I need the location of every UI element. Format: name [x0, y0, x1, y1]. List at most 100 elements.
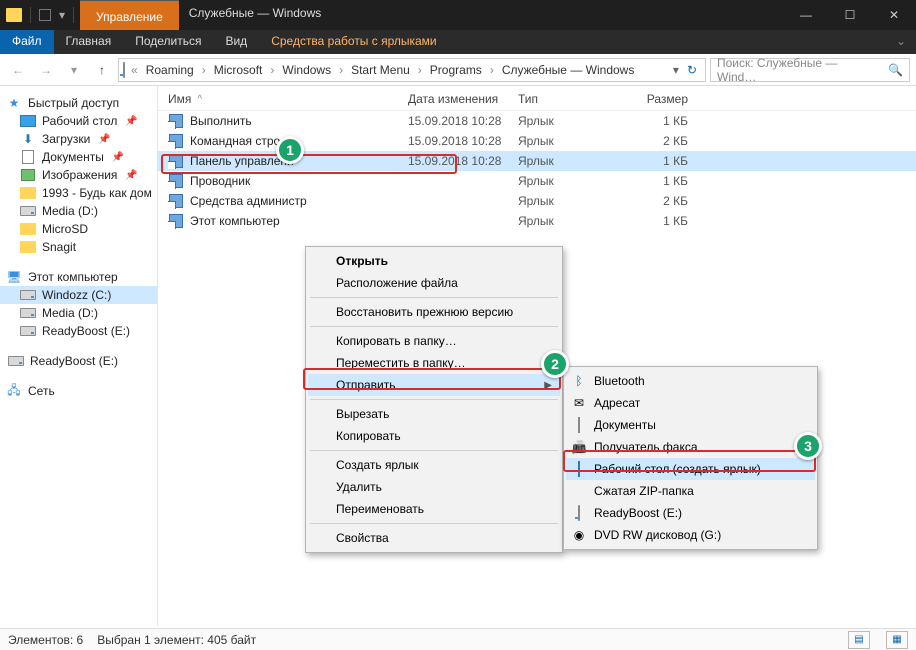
- sendto-item-label: Bluetooth: [594, 374, 645, 388]
- menu-shortcut-tools[interactable]: Средства работы с ярлыками: [259, 30, 448, 54]
- nav-item[interactable]: Media (D:): [0, 304, 157, 322]
- menu-share[interactable]: Поделиться: [123, 30, 213, 54]
- menu-separator: [310, 523, 558, 524]
- sendto-item[interactable]: ᛒBluetooth: [566, 370, 815, 392]
- menu-file[interactable]: Файл: [0, 30, 54, 54]
- menu-item[interactable]: Расположение файла: [308, 272, 560, 294]
- nav-item[interactable]: ReadyBoost (E:): [0, 352, 157, 370]
- menu-separator: [310, 297, 558, 298]
- nav-item[interactable]: Snagit: [0, 238, 157, 256]
- col-type[interactable]: Тип: [518, 92, 628, 106]
- file-size: 1 КБ: [628, 114, 688, 128]
- context-menu[interactable]: Открыть Расположение файла Восстановить пр…: [305, 246, 563, 553]
- recent-dropdown[interactable]: ▾: [62, 58, 86, 82]
- back-button[interactable]: ←: [6, 58, 30, 82]
- maximize-button[interactable]: ☐: [828, 0, 872, 30]
- menu-item[interactable]: Восстановить прежнюю версию: [308, 301, 560, 323]
- nav-item[interactable]: Windozz (C:): [0, 286, 157, 304]
- qat-separator: [73, 7, 74, 23]
- nav-quick-access[interactable]: ★ Быстрый доступ: [0, 94, 157, 112]
- network-icon: 🖧: [6, 384, 22, 398]
- sendto-item[interactable]: ReadyBoost (E:): [566, 502, 815, 524]
- nav-item[interactable]: MicroSD: [0, 220, 157, 238]
- file-row[interactable]: ПроводникЯрлык1 КБ: [158, 171, 916, 191]
- nav-item[interactable]: ⬇Загрузки📌: [0, 130, 157, 148]
- file-row[interactable]: Выполнить15.09.2018 10:28Ярлык1 КБ: [158, 111, 916, 131]
- forward-button[interactable]: →: [34, 58, 58, 82]
- menu-view[interactable]: Вид: [213, 30, 259, 54]
- crumb[interactable]: Start Menu: [349, 61, 412, 79]
- view-icons-button[interactable]: ▦: [886, 631, 908, 649]
- menu-item[interactable]: Переименовать: [308, 498, 560, 520]
- nav-item[interactable]: Документы 📌: [0, 148, 157, 166]
- sendto-item[interactable]: Документы: [566, 414, 815, 436]
- menu-item[interactable]: Отправить▶: [308, 374, 560, 396]
- navigation-pane[interactable]: ★ Быстрый доступ Рабочий стол📌⬇Загрузки📌…: [0, 86, 158, 626]
- ribbon-context-tab[interactable]: Управление: [80, 0, 179, 30]
- sendto-item-label: Документы: [594, 418, 656, 432]
- crumb[interactable]: Roaming: [144, 61, 196, 79]
- menu-item[interactable]: Вырезать: [308, 403, 560, 425]
- nav-item[interactable]: 1993 - Будь как дом: [0, 184, 157, 202]
- menu-item[interactable]: Удалить: [308, 476, 560, 498]
- menu-item-label: Открыть: [336, 254, 388, 268]
- file-list[interactable]: Выполнить15.09.2018 10:28Ярлык1 КБКоманд…: [158, 111, 916, 231]
- menu-item[interactable]: Копировать в папку…: [308, 330, 560, 352]
- close-button[interactable]: ✕: [872, 0, 916, 30]
- sendto-item[interactable]: Рабочий стол (создать ярлык): [566, 458, 815, 480]
- pin-icon: 📌: [112, 152, 124, 163]
- qat-dropdown-icon[interactable]: ▾: [59, 8, 65, 22]
- sendto-item[interactable]: 📠Получатель факса: [566, 436, 815, 458]
- menu-home[interactable]: Главная: [54, 30, 124, 54]
- up-button[interactable]: ↑: [90, 58, 114, 82]
- file-row[interactable]: Командная стро15.09.2018 10:28Ярлык2 КБ: [158, 131, 916, 151]
- nav-item[interactable]: Рабочий стол📌: [0, 112, 157, 130]
- ribbon-expand-icon[interactable]: ⌄: [886, 30, 916, 54]
- nav-item-label: Загрузки: [42, 132, 90, 146]
- pc-icon: 🖥: [6, 270, 22, 284]
- file-row[interactable]: Панель управлени15.09.2018 10:28Ярлык1 К…: [158, 151, 916, 171]
- col-size[interactable]: Размер: [628, 92, 688, 106]
- search-box[interactable]: Поиск: Служебные — Wind… 🔍: [710, 58, 910, 82]
- menu-item[interactable]: Копировать: [308, 425, 560, 447]
- address-bar[interactable]: « Roaming› Microsoft› Windows› Start Men…: [118, 58, 706, 82]
- address-dropdown-icon[interactable]: ▾: [673, 63, 679, 77]
- menu-item[interactable]: Переместить в папку…: [308, 352, 560, 374]
- nav-network[interactable]: 🖧 Сеть: [0, 382, 157, 400]
- menu-item-label: Свойства: [336, 531, 389, 545]
- sendto-submenu[interactable]: ᛒBluetooth✉Адресат Документы 📠Получатель ф…: [563, 366, 818, 550]
- nav-item-label: ReadyBoost (E:): [30, 354, 118, 368]
- file-size: 2 КБ: [628, 134, 688, 148]
- column-headers[interactable]: Имя ^ Дата изменения Тип Размер: [158, 86, 916, 111]
- nav-this-pc-label: Этот компьютер: [28, 270, 118, 284]
- crumb[interactable]: Microsoft: [212, 61, 265, 79]
- refresh-icon[interactable]: ↻: [683, 63, 701, 77]
- sendto-item[interactable]: ◉DVD RW дисковод (G:): [566, 524, 815, 546]
- nav-item[interactable]: Media (D:): [0, 202, 157, 220]
- search-icon[interactable]: 🔍: [888, 63, 903, 77]
- chevron-right-icon: ›: [488, 63, 496, 77]
- nav-item-label: Media (D:): [42, 204, 98, 218]
- col-date[interactable]: Дата изменения: [408, 92, 518, 106]
- menu-item[interactable]: Открыть: [308, 250, 560, 272]
- nav-item[interactable]: ReadyBoost (E:): [0, 322, 157, 340]
- view-details-button[interactable]: ▤: [848, 631, 870, 649]
- col-name[interactable]: Имя: [168, 92, 191, 106]
- nav-item-label: Рабочий стол: [42, 114, 117, 128]
- file-row[interactable]: Этот компьютерЯрлык1 КБ: [158, 211, 916, 231]
- shortcut-icon: [168, 133, 184, 149]
- menu-item[interactable]: Свойства: [308, 527, 560, 549]
- nav-item[interactable]: Изображения📌: [0, 166, 157, 184]
- chevron-right-icon: ›: [416, 63, 424, 77]
- crumb[interactable]: Служебные — Windows: [500, 61, 637, 79]
- sendto-item[interactable]: Сжатая ZIP-папка: [566, 480, 815, 502]
- file-row[interactable]: Средства администрЯрлык2 КБ: [158, 191, 916, 211]
- minimize-button[interactable]: —: [784, 0, 828, 30]
- nav-item-label: Документы: [42, 150, 104, 164]
- crumb[interactable]: Programs: [428, 61, 484, 79]
- qat-placeholder-icon[interactable]: [39, 9, 51, 21]
- crumb[interactable]: Windows: [280, 61, 333, 79]
- sendto-item[interactable]: ✉Адресат: [566, 392, 815, 414]
- nav-this-pc[interactable]: 🖥 Этот компьютер: [0, 268, 157, 286]
- menu-item[interactable]: Создать ярлык: [308, 454, 560, 476]
